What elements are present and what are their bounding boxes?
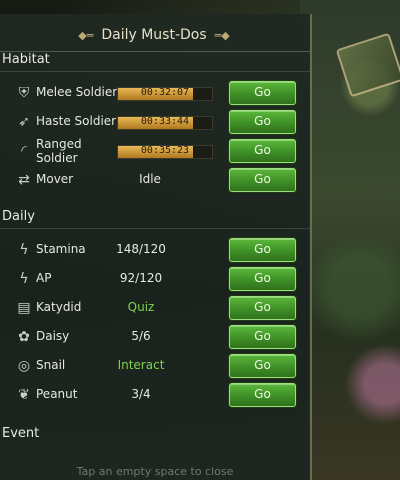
daily-divider xyxy=(0,228,310,229)
go-button-daisy[interactable]: Go xyxy=(229,325,296,349)
row-label: Melee Soldier xyxy=(36,85,118,99)
go-button-mover[interactable]: Go xyxy=(229,168,296,192)
title-ornament-right-icon: ═◆ xyxy=(214,28,230,42)
go-button-katydid[interactable]: Go xyxy=(229,296,296,320)
habitat-row-haste-soldier: ➶ Haste Soldier 00:33:44 Go xyxy=(0,110,310,134)
go-button-ranged-soldier[interactable]: Go xyxy=(229,139,296,163)
close-hint: Tap an empty space to close xyxy=(76,465,234,478)
timer-text: 00:33:44 xyxy=(140,116,190,127)
training-progress-bar: 00:32:07 xyxy=(117,87,213,101)
section-daily: Daily xyxy=(2,209,35,224)
row-label: Ranged Soldier xyxy=(36,137,82,165)
status-value: 3/4 xyxy=(131,387,151,401)
row-label: Snail xyxy=(36,358,66,372)
ap-icon: ϟ xyxy=(19,271,29,287)
training-progress-bar: 00:33:44 xyxy=(117,116,213,130)
section-event: Event xyxy=(2,426,40,441)
daily-row-snail: ◎ Snail Interact Go xyxy=(0,354,310,378)
peanut-icon: ❦ xyxy=(18,387,30,403)
row-label: Peanut xyxy=(36,387,78,401)
ranged-soldier-icon: ◜ xyxy=(21,143,27,159)
row-label: Haste Soldier xyxy=(36,114,117,128)
daily-row-peanut: ❦ Peanut 3/4 Go xyxy=(0,383,310,407)
go-button-snail[interactable]: Go xyxy=(229,354,296,378)
mover-icon: ⇄ xyxy=(18,172,30,188)
row-label: Mover xyxy=(36,172,74,186)
habitat-row-mover: ⇄ Mover Idle Go xyxy=(0,168,310,192)
katydid-icon: ▤ xyxy=(17,300,31,316)
status-value: Quiz xyxy=(127,300,155,314)
daily-row-daisy: ✿ Daisy 5/6 Go xyxy=(0,325,310,349)
title-ornament-left-icon: ◆═ xyxy=(78,28,94,42)
row-label: Katydid xyxy=(36,300,82,314)
training-progress-bar: 00:35:23 xyxy=(117,145,213,159)
habitat-row-melee-soldier: ⛨ Melee Soldier 00:32:07 Go xyxy=(0,81,310,105)
row-label: Daisy xyxy=(36,329,70,343)
timer-text: 00:35:23 xyxy=(140,145,190,156)
status-value: 148/120 xyxy=(116,242,166,256)
row-label: Stamina xyxy=(36,242,86,256)
daily-row-ap: ϟ AP 92/120 Go xyxy=(0,267,310,291)
status-value: 92/120 xyxy=(119,271,163,285)
daily-row-katydid: ▤ Katydid Quiz Go xyxy=(0,296,310,320)
melee-soldier-icon: ⛨ xyxy=(18,85,30,101)
timer-text: 00:32:07 xyxy=(140,87,190,98)
haste-soldier-icon: ➶ xyxy=(18,114,30,130)
panel-title-bar: ◆═ Daily Must-Dos ═◆ xyxy=(60,24,248,46)
habitat-divider xyxy=(0,71,310,72)
status-value: 5/6 xyxy=(131,329,151,343)
habitat-row-ranged-soldier: ◜ Ranged Soldier 00:35:23 Go xyxy=(0,137,310,165)
daily-row-stamina: ϟ Stamina 148/120 Go xyxy=(0,238,310,262)
go-button-melee-soldier[interactable]: Go xyxy=(229,81,296,105)
daily-must-dos-panel: ◆═ Daily Must-Dos ═◆ Habitat ⛨ Melee Sol… xyxy=(0,14,312,480)
snail-icon: ◎ xyxy=(17,358,31,374)
daisy-icon: ✿ xyxy=(18,329,30,345)
go-button-haste-soldier[interactable]: Go xyxy=(229,110,296,134)
status-value: Interact xyxy=(117,358,165,372)
stamina-icon: ϟ xyxy=(19,242,29,258)
go-button-ap[interactable]: Go xyxy=(229,267,296,291)
section-habitat: Habitat xyxy=(2,52,50,67)
go-button-stamina[interactable]: Go xyxy=(229,238,296,262)
panel-title: Daily Must-Dos xyxy=(101,27,207,43)
status-value: Idle xyxy=(139,172,161,186)
go-button-peanut[interactable]: Go xyxy=(229,383,296,407)
row-label: AP xyxy=(36,271,52,285)
